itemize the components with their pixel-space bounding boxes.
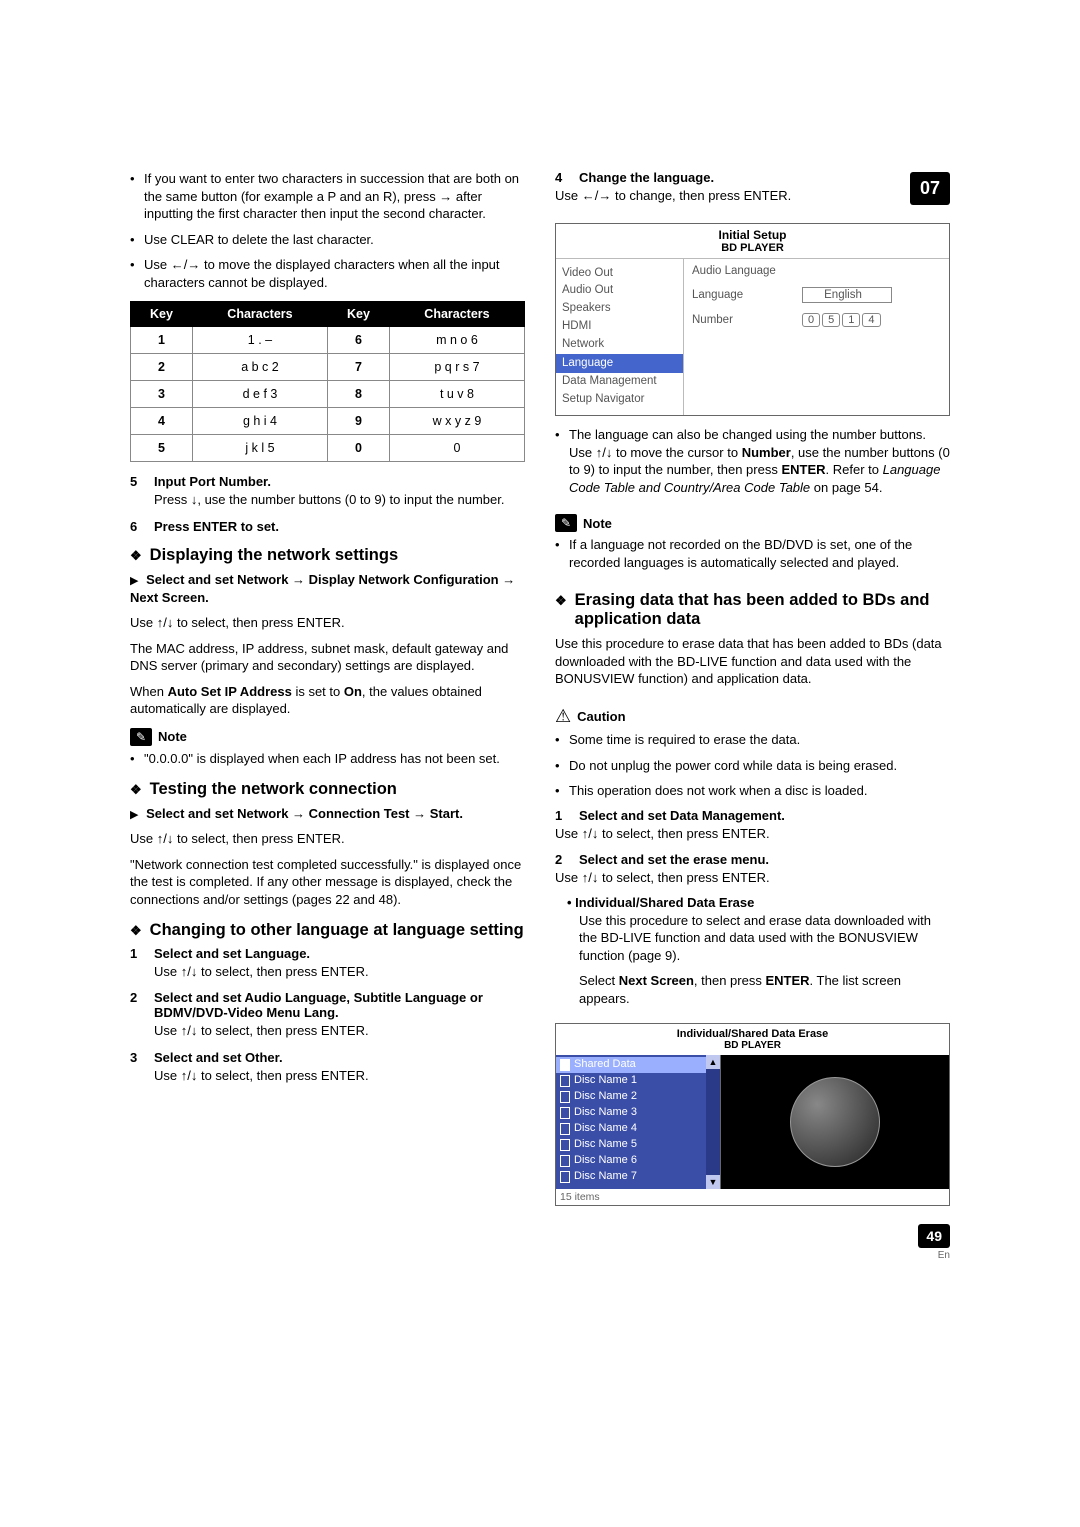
diamond-icon: ❖ [130, 782, 142, 801]
setup-menu-selected: Language [556, 354, 683, 374]
doc-icon [560, 1139, 570, 1151]
sub-bullet-title: Individual/Shared Data Erase [567, 895, 950, 910]
doc-icon [560, 1091, 570, 1103]
lang-step-1: 1 Select and set Language. [130, 946, 525, 961]
th-chars: Characters [192, 302, 327, 327]
scrollbar: ▲ ▼ [706, 1055, 720, 1189]
intro-bullet-list: If you want to enter two characters in s… [130, 170, 525, 291]
left-column: If you want to enter two characters in s… [130, 170, 525, 1261]
doc-icon [560, 1075, 570, 1087]
test-sub: ▶ Select and set Network → Connection Te… [130, 805, 525, 823]
step-5: 5 Input Port Number. [130, 474, 525, 489]
sub-p2: Select Next Screen, then press ENTER. Th… [579, 972, 950, 1007]
doc-icon [560, 1107, 570, 1119]
th-key: Key [131, 302, 193, 327]
heading-erase-data: ❖ Erasing data that has been added to BD… [555, 591, 950, 629]
diamond-icon: ❖ [130, 548, 142, 567]
note-list: "0.0.0.0" is displayed when each IP addr… [130, 750, 525, 768]
doc-icon [560, 1171, 570, 1183]
note-list: If a language not recorded on the BD/DVD… [555, 536, 950, 579]
scroll-up-icon: ▲ [706, 1055, 720, 1069]
test-p: "Network connection test completed succe… [130, 856, 525, 909]
disc-preview [720, 1055, 949, 1189]
chapter-badge: 07 [910, 172, 950, 205]
play-icon: ▶ [130, 575, 138, 587]
page-lang: En [555, 1250, 950, 1261]
doc-icon [560, 1155, 570, 1167]
setup-detail-pane: Audio Language Language English Number 0… [684, 259, 949, 416]
scroll-down-icon: ▼ [706, 1175, 720, 1189]
erase-step-1-body: Use ↑/↓ to select, then press ENTER. [555, 825, 950, 843]
bullet-item: Use ←/→ to move the displayed characters… [130, 256, 525, 291]
display-use: Use ↑/↓ to select, then press ENTER. [130, 614, 525, 632]
lang-step-2: 2 Select and set Audio Language, Subtitl… [130, 990, 525, 1020]
note-header: ✎ Note [130, 728, 525, 746]
erase-step-1: 1 Select and set Data Management. [555, 808, 950, 823]
page-footer: 49 En [555, 1224, 950, 1261]
test-use: Use ↑/↓ to select, then press ENTER. [130, 830, 525, 848]
bullet-item: If you want to enter two characters in s… [130, 170, 525, 223]
heading-test-connection: ❖ Testing the network connection [130, 780, 525, 799]
diamond-icon: ❖ [555, 593, 567, 631]
diamond-icon: ❖ [130, 923, 142, 942]
heading-change-language: ❖ Changing to other language at language… [130, 921, 525, 940]
step-4: 4 Change the language. [555, 170, 910, 185]
erase-screen: Individual/Shared Data Erase BD PLAYER S… [555, 1023, 950, 1206]
caution-item: Some time is required to erase the data. [555, 731, 950, 749]
display-sub: ▶ Select and set Network → Display Netwo… [130, 571, 525, 606]
lang-step-1-body: Use ↑/↓ to select, then press ENTER. [154, 963, 525, 981]
caution-item: This operation does not work when a disc… [555, 782, 950, 800]
th-key: Key [327, 302, 389, 327]
caution-header: ⚠ Caution [555, 706, 950, 727]
note-item: If a language not recorded on the BD/DVD… [555, 536, 950, 571]
page-number: 49 [918, 1224, 950, 1248]
key-characters-table: Key Characters Key Characters 11 . –6m n… [130, 301, 525, 462]
after-screen-list: The language can also be changed using t… [555, 426, 950, 504]
step-4-body: Use ←/→ to change, then press ENTER. [555, 187, 910, 205]
erase-step-2: 2 Select and set the erase menu. [555, 852, 950, 867]
bullet-item: The language can also be changed using t… [555, 426, 950, 496]
lang-step-3-body: Use ↑/↓ to select, then press ENTER. [154, 1067, 525, 1085]
play-icon: ▶ [130, 809, 138, 821]
erase-step-2-body: Use ↑/↓ to select, then press ENTER. [555, 869, 950, 887]
caution-item: Do not unplug the power cord while data … [555, 757, 950, 775]
heading-display-network: ❖ Displaying the network settings [130, 546, 525, 565]
note-icon: ✎ [555, 514, 577, 532]
lang-step-3: 3 Select and set Other. [130, 1050, 525, 1065]
caution-list: Some time is required to erase the data.… [555, 731, 950, 808]
note-header: ✎ Note [555, 514, 950, 532]
language-dropdown: English [802, 287, 892, 303]
initial-setup-screen: Initial Setup BD PLAYER Video Out Audio … [555, 223, 950, 417]
setup-menu-list: Video Out Audio Out Speakers HDMI Networ… [556, 259, 684, 416]
step-5-body: Press ↓, use the number buttons (0 to 9)… [154, 491, 525, 509]
display-p2: When Auto Set IP Address is set to On, t… [130, 683, 525, 718]
sub-p1: Use this procedure to select and erase d… [579, 912, 950, 965]
disc-icon [790, 1077, 880, 1167]
erase-list: Shared Data Disc Name 1 Disc Name 2 Disc… [556, 1055, 706, 1189]
erase-p: Use this procedure to erase data that ha… [555, 635, 950, 688]
step-6: 6 Press ENTER to set. [130, 519, 525, 534]
note-icon: ✎ [130, 728, 152, 746]
right-column: 4 Change the language. Use ←/→ to change… [555, 170, 950, 1261]
doc-icon [560, 1123, 570, 1135]
lang-step-2-body: Use ↑/↓ to select, then press ENTER. [154, 1022, 525, 1040]
caution-icon: ⚠ [555, 706, 571, 727]
th-chars: Characters [389, 302, 524, 327]
doc-icon [560, 1059, 570, 1071]
note-item: "0.0.0.0" is displayed when each IP addr… [130, 750, 525, 768]
bullet-item: Use CLEAR to delete the last character. [130, 231, 525, 249]
display-p1: The MAC address, IP address, subnet mask… [130, 640, 525, 675]
